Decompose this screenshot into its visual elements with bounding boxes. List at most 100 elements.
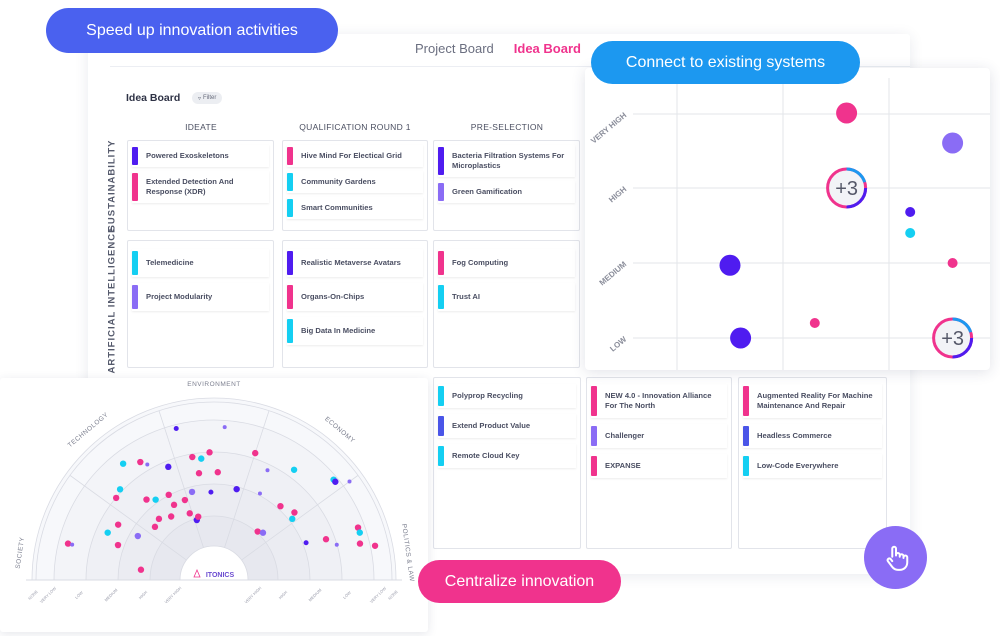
y-level-label: HIGH [607, 184, 628, 204]
board-cell: NEW 4.0 - Innovation Alliance For The No… [586, 377, 732, 549]
radar-point [145, 462, 150, 467]
interact-button[interactable] [864, 526, 927, 589]
radar-point [134, 532, 142, 540]
idea-card-label: Polyprop Recycling [452, 391, 523, 401]
idea-card[interactable]: Organs-On-Chips [287, 283, 423, 311]
filter-button[interactable]: ▿ Filter [192, 92, 223, 104]
radar-point [195, 470, 203, 477]
y-level-label: LOW [608, 334, 628, 353]
connect-pill[interactable]: Connect to existing systems [591, 41, 860, 84]
radar-point [195, 513, 202, 520]
tab-idea-board[interactable]: Idea Board [514, 41, 581, 56]
idea-card[interactable]: Realistic Metaverse Avatars [287, 249, 423, 277]
radar-card: SOCIETY TECHNOLOGY ENVIRONMENT ECONOMY POLIT… [0, 378, 428, 632]
scatter-point [730, 327, 752, 349]
radar-point [254, 528, 261, 535]
idea-card-label: Bacteria Filtration Systems For Micropla… [452, 151, 565, 170]
idea-card[interactable]: Remote Cloud Key [438, 444, 576, 468]
idea-card[interactable]: Challenger [591, 424, 727, 448]
radar-point [114, 521, 122, 528]
idea-card-label: Fog Computing [452, 258, 509, 268]
ring-label: LOW [342, 590, 352, 600]
scatter-point [809, 318, 820, 328]
idea-card-label: Extended Detection And Response (XDR) [146, 177, 234, 196]
idea-card-label: Green Gamification [452, 187, 523, 197]
scatter-point [942, 132, 964, 154]
tab-project-board[interactable]: Project Board [415, 41, 494, 56]
idea-card[interactable]: Project Modularity [132, 283, 269, 311]
idea-card-label: NEW 4.0 - Innovation Alliance For The No… [605, 391, 712, 410]
idea-card[interactable]: NEW 4.0 - Innovation Alliance For The No… [591, 384, 727, 418]
radar-point [170, 501, 178, 509]
idea-card[interactable]: Community Gardens [287, 171, 423, 193]
idea-card[interactable]: Powered Exoskeletons [132, 145, 269, 167]
centralize-pill[interactable]: Centralize innovation [418, 560, 621, 603]
filter-label: Filter [203, 95, 217, 101]
idea-card[interactable]: Polyprop Recycling [438, 384, 576, 408]
idea-card-label: Remote Cloud Key [452, 451, 520, 461]
filter-icon: ▿ [198, 95, 202, 102]
radar-point [104, 529, 111, 536]
board-cell: Telemedicine Project Modularity [127, 240, 274, 368]
radar-point [173, 426, 179, 432]
radar-point [112, 494, 120, 502]
scatter-point [947, 258, 958, 268]
sector-label: ENVIRONMENT [187, 381, 241, 388]
ring-label: MEDIUM [307, 587, 322, 602]
radar-point [152, 496, 159, 503]
idea-card-label: Augmented Reality For Machine Maintenanc… [757, 391, 873, 410]
board-cell: Polyprop Recycling Extend Product Value Re… [433, 377, 581, 549]
ring-label: VERY LOW [369, 586, 388, 605]
scatter-chart: VERY HIGHHIGHMEDIUMLOW+3+3+ [589, 78, 990, 370]
idea-card[interactable]: Trust AI [438, 283, 575, 311]
ring-label: HIGH [138, 590, 149, 601]
idea-card[interactable]: Bacteria Filtration Systems For Micropla… [438, 145, 575, 177]
idea-card[interactable]: Extended Detection And Response (XDR) [132, 171, 269, 203]
ring-label: NONE [27, 589, 39, 601]
speed-up-pill[interactable]: Speed up innovation activities [46, 8, 338, 53]
radar-point [165, 463, 172, 471]
idea-card-label: Smart Communities [301, 203, 373, 213]
radar-point [214, 469, 221, 476]
idea-card[interactable]: EXPANSE [591, 454, 727, 478]
scatter-point [836, 102, 858, 124]
ring-label: NONE [387, 589, 399, 601]
radar-point [208, 489, 214, 495]
idea-card-label: Challenger [605, 431, 645, 441]
radar-chart: SOCIETYTECHNOLOGYENVIRONMENTECONOMYPOLIT… [15, 381, 415, 605]
idea-card[interactable]: Big Data In Medicine [287, 317, 423, 345]
scatter-point [719, 254, 741, 276]
idea-card-label: Realistic Metaverse Avatars [301, 258, 401, 268]
radar-point [188, 488, 196, 496]
y-level-label: VERY HIGH [589, 111, 628, 146]
idea-card[interactable]: Extend Product Value [438, 414, 576, 438]
cluster-count: +3 [835, 178, 858, 200]
radar-point [143, 496, 150, 503]
radar-point [332, 478, 339, 485]
idea-card[interactable]: Fog Computing [438, 249, 575, 277]
radar-point [64, 540, 72, 547]
radar-point [165, 491, 172, 499]
radar-point [206, 449, 213, 456]
radar-point [277, 502, 284, 510]
radar-point [291, 509, 298, 516]
radar-point [222, 425, 227, 430]
board-cell: Augmented Reality For Machine Maintenanc… [738, 377, 887, 549]
radar-point [265, 468, 270, 473]
idea-card[interactable]: Smart Communities [287, 197, 423, 219]
radar-point [322, 536, 330, 543]
idea-card[interactable]: Augmented Reality For Machine Maintenanc… [743, 384, 882, 418]
board-title: Idea Board [126, 92, 181, 104]
idea-card[interactable]: Telemedicine [132, 249, 269, 277]
idea-card[interactable]: Hive Mind For Electical Grid [287, 145, 423, 167]
ring-label: VERY HIGH [163, 585, 182, 604]
radar-point [289, 515, 296, 523]
ring-label: VERY HIGH [243, 585, 262, 604]
idea-card[interactable]: Low-Code Everywhere [743, 454, 882, 478]
idea-card[interactable]: Headless Commerce [743, 424, 882, 448]
idea-card-label: Headless Commerce [757, 431, 832, 441]
radar-point [119, 460, 127, 467]
idea-card[interactable]: Green Gamification [438, 181, 575, 203]
radar-point [347, 479, 352, 484]
radar-point [114, 541, 122, 549]
